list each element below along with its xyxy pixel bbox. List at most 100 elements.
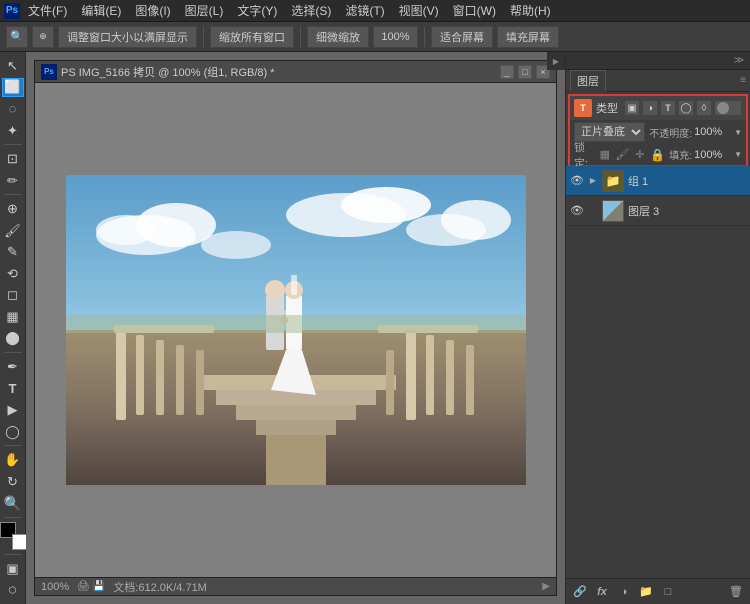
layer-thumb-group1: 📁 — [602, 170, 624, 192]
color-swatch[interactable] — [0, 522, 28, 550]
gradient-tool[interactable]: ▦ — [2, 307, 24, 327]
toolbar-sep1 — [203, 27, 204, 47]
layer-type-icon[interactable]: T — [574, 99, 592, 117]
panel-menu-icon[interactable]: ≡ — [740, 75, 746, 86]
subtle-zoom-btn[interactable]: 细微缩放 — [307, 26, 369, 48]
menu-bar: Ps 文件(F) 编辑(E) 图像(I) 图层(L) 文字(Y) 选择(S) 滤… — [0, 0, 750, 22]
menu-select[interactable]: 选择(S) — [285, 0, 337, 21]
brush-tool[interactable]: 🖌 — [2, 221, 24, 241]
screen-mode-btn[interactable]: ▣ — [2, 559, 24, 579]
layer-3[interactable]: 👁 图层 3 — [566, 196, 750, 226]
panel-collapse-bar: ≫ — [566, 52, 750, 70]
zoom-in-icon[interactable]: ⊕ — [32, 26, 54, 48]
tool-sep4 — [4, 445, 22, 446]
doc-minimize-btn[interactable]: _ — [500, 65, 514, 79]
lasso-tool[interactable]: ◌ — [2, 99, 24, 119]
fill-screen-btn[interactable]: 填充屏幕 — [497, 26, 559, 48]
path-select-tool[interactable]: ▶ — [2, 400, 24, 420]
menu-file[interactable]: 文件(F) — [22, 0, 73, 21]
type-tool[interactable]: T — [2, 379, 24, 399]
move-tool[interactable]: ↖ — [2, 56, 24, 76]
filter-pixel-icon[interactable]: ▣ — [624, 100, 640, 116]
layer-thumb-3 — [602, 200, 624, 222]
filter-adjustment-icon[interactable]: ◑ — [642, 100, 658, 116]
crop-tool[interactable]: ⊡ — [2, 149, 24, 169]
link-icon: 🔗 — [573, 585, 587, 598]
fill-label: 填充: — [669, 147, 692, 162]
new-group-btn[interactable]: 📁 — [636, 582, 656, 602]
hand-tool[interactable]: ✋ — [2, 450, 24, 470]
pen-tool[interactable]: ✒ — [2, 357, 24, 377]
zoom-all-btn[interactable]: 缩放所有窗口 — [210, 26, 294, 48]
zoom-out-icon[interactable]: 🔍 — [6, 26, 28, 48]
opacity-value: 100% — [694, 126, 732, 138]
toolbar-sep2 — [300, 27, 301, 47]
panel-collapse-top[interactable]: ▶ — [547, 52, 565, 70]
filter-shape-icon[interactable]: ◯ — [678, 100, 694, 116]
layer-filter-icons: ▣ ◑ T ◯ ◊ — [624, 100, 742, 116]
zoom-status: 100% — [41, 581, 69, 593]
lock-checkerboard-icon[interactable]: ▦ — [598, 147, 611, 163]
menu-edit[interactable]: 编辑(E) — [75, 0, 127, 21]
document-canvas[interactable] — [35, 83, 556, 577]
marquee-tool[interactable]: ⬜ — [2, 78, 24, 98]
new-layer-btn[interactable]: □ — [658, 582, 678, 602]
clone-tool[interactable]: ✎ — [2, 242, 24, 262]
workspace: ↖ ⬜ ◌ ✦ ⊡ ✏ ⊕ 🖌 ✎ ⟲ ◻ ▦ ⬤ ✒ T ▶ ◯ ✋ ↻ 🔍 … — [0, 52, 750, 604]
doc-maximize-btn[interactable]: □ — [518, 65, 532, 79]
layer-group-1[interactable]: 👁 ▶ 📁 组 1 — [566, 166, 750, 196]
fill-arrow[interactable]: ▼ — [734, 150, 742, 159]
filter-toggle[interactable] — [714, 100, 742, 116]
menu-image[interactable]: 图像(I) — [129, 0, 176, 21]
photo-display — [66, 175, 526, 485]
zoom-tool[interactable]: 🔍 — [2, 493, 24, 513]
lock-artboard-icon[interactable]: 🔒 — [650, 147, 665, 163]
menu-window[interactable]: 窗口(W) — [447, 0, 502, 21]
healing-tool[interactable]: ⊕ — [2, 199, 24, 219]
tool-sep2 — [4, 194, 22, 195]
dodge-tool[interactable]: ⬤ — [2, 329, 24, 349]
menu-view[interactable]: 视图(V) — [393, 0, 445, 21]
wand-tool[interactable]: ✦ — [2, 121, 24, 141]
panel-header: 图层 ≡ — [566, 70, 750, 92]
lock-brush-icon[interactable]: 🖌 — [615, 147, 629, 163]
rotate-view-tool[interactable]: ↻ — [2, 472, 24, 492]
document-window: Ps PS IMG_5166 拷贝 @ 100% (组1, RGB/8) * _… — [34, 60, 557, 596]
menu-layer[interactable]: 图层(L) — [179, 0, 230, 21]
layers-search-bar: T 类型 ▣ ◑ T ◯ ◊ — [568, 94, 748, 120]
main-toolbar: 🔍 ⊕ 调整窗口大小以满屏显示 缩放所有窗口 细微缩放 100% 适合屏幕 填充… — [0, 22, 750, 52]
fx-btn[interactable]: fx — [592, 582, 612, 602]
filter-smart-icon[interactable]: ◊ — [696, 100, 712, 116]
layer-eye-3[interactable]: 👁 — [570, 204, 584, 218]
filter-type-icon[interactable]: T — [660, 100, 676, 116]
layers-tab[interactable]: 图层 — [570, 70, 606, 92]
photo-svg — [66, 175, 526, 485]
menu-filter[interactable]: 滤镜(T) — [339, 0, 390, 21]
layer-expand-group1[interactable]: ▶ — [588, 176, 598, 186]
extra-tools-btn[interactable]: ⬡ — [2, 580, 24, 600]
layer-eye-group1[interactable]: 👁 — [570, 174, 584, 188]
ps-logo: Ps — [4, 3, 20, 19]
link-layers-btn[interactable]: 🔗 — [570, 582, 590, 602]
opacity-label: 不透明度: — [649, 125, 692, 140]
collapse-double-icon[interactable]: ≫ — [732, 54, 746, 68]
blend-mode-row: 正片叠底 不透明度: 100% ▼ — [568, 120, 748, 144]
fit-window-btn[interactable]: 调整窗口大小以满屏显示 — [58, 26, 197, 48]
tool-sep3 — [4, 352, 22, 353]
eraser-tool[interactable]: ◻ — [2, 286, 24, 306]
adjustment-layer-btn[interactable]: ◑ — [614, 582, 634, 602]
menu-type[interactable]: 文字(Y) — [231, 0, 283, 21]
menu-help[interactable]: 帮助(H) — [504, 0, 557, 21]
document-statusbar: 100% 🖨 💾 文档:612.0K/4.71M ▶ — [35, 577, 556, 595]
doc-size-status: 文档:612.0K/4.71M — [113, 579, 207, 595]
opacity-arrow[interactable]: ▼ — [734, 128, 742, 137]
history-tool[interactable]: ⟲ — [2, 264, 24, 284]
layer-expand-3[interactable] — [588, 206, 598, 216]
layers-panel: 图层 ≡ T 类型 ▣ ◑ T ◯ ◊ — [566, 70, 750, 604]
layers-list: 👁 ▶ 📁 组 1 👁 图层 3 — [566, 166, 750, 578]
delete-layer-btn[interactable]: 🗑 — [726, 582, 746, 602]
shape-tool[interactable]: ◯ — [2, 422, 24, 442]
fit-screen-btn[interactable]: 适合屏幕 — [431, 26, 493, 48]
eyedropper-tool[interactable]: ✏ — [2, 171, 24, 191]
lock-move-icon[interactable]: ✛ — [633, 147, 646, 163]
